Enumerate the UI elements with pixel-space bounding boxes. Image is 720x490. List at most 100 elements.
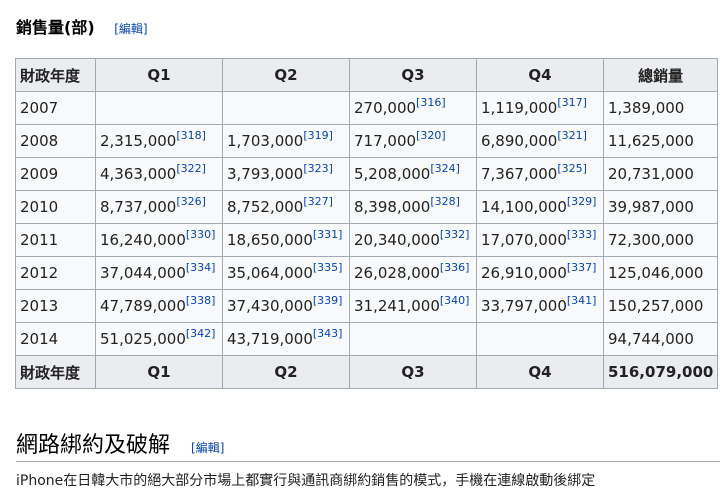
year-cell: 2011 [15,223,96,257]
sales-value: 17,070,000 [481,231,567,249]
reference-link[interactable]: [323] [303,162,333,175]
header-cell: Q2 [222,58,350,92]
quarter-cell: 18,650,000[331] [222,223,350,257]
total-cell: 150,257,000 [602,289,719,323]
header-cell: 財政年度 [15,58,96,92]
sales-value: 8,398,000 [354,198,431,216]
reference-link[interactable]: [320] [416,129,446,142]
sales-value: 51,025,000 [100,330,186,348]
year-cell: 2013 [15,289,96,323]
edit-link: [編輯] [191,441,225,455]
reference-link[interactable]: [333] [567,228,597,241]
year-cell: 2009 [15,157,96,191]
year-cell: 2007 [15,91,96,125]
sales-value: 6,890,000 [481,132,558,150]
sales-value: 18,650,000 [227,231,313,249]
section-heading-sales: 銷售量(部) [編輯] [16,14,148,38]
quarter-cell: 16,240,000[330] [95,223,223,257]
total-cell: 11,625,000 [602,124,719,158]
reference-link[interactable]: [334] [186,261,216,274]
sales-value: 4,363,000 [100,165,177,183]
year-cell: 2012 [15,256,96,290]
total-cell: 39,987,000 [602,190,719,224]
footer-cell: 財政年度 [15,355,96,389]
quarter-cell: 717,000[320] [349,124,477,158]
reference-link[interactable]: [337] [567,261,597,274]
quarter-cell: 51,025,000[342] [95,322,223,356]
quarter-cell: 37,430,000[339] [222,289,350,323]
total-cell: 72,300,000 [602,223,719,257]
reference-link[interactable]: [338] [186,294,216,307]
year-cell: 2014 [15,322,96,356]
reference-link[interactable]: [343] [313,327,343,340]
reference-link[interactable]: [319] [303,129,333,142]
quarter-cell: 31,241,000[340] [349,289,477,323]
sales-value: 270,000 [354,99,417,117]
total-cell: 125,046,000 [602,256,719,290]
edit-link-text[interactable]: 編輯 [119,22,143,36]
header-cell: Q1 [95,58,223,92]
sales-value: 20,340,000 [354,231,440,249]
edit-link: [編輯] [114,22,148,36]
quarter-cell: 35,064,000[335] [222,256,350,290]
reference-link[interactable]: [322] [176,162,206,175]
year-cell: 2010 [15,190,96,224]
year-cell: 2008 [15,124,96,158]
reference-link[interactable]: [342] [186,327,216,340]
sales-value: 16,240,000 [100,231,186,249]
reference-link[interactable]: [325] [557,162,587,175]
sales-value: 717,000 [354,132,417,150]
total-cell: 94,744,000 [602,322,719,356]
sales-value: 14,100,000 [481,198,567,216]
table-header-row: 財政年度 Q1 Q2 Q3 Q4 總銷量 [15,58,719,92]
sales-value: 43,719,000 [227,330,313,348]
quarter-cell: 26,028,000[336] [349,256,477,290]
quarter-cell: 43,719,000[343] [222,322,350,356]
sales-value: 1,119,000 [481,99,558,117]
sales-value: 3,793,000 [227,165,304,183]
quarter-cell: 37,044,000[334] [95,256,223,290]
quarter-cell: 3,793,000[323] [222,157,350,191]
quarter-cell: 14,100,000[329] [476,190,604,224]
reference-link[interactable]: [330] [186,228,216,241]
quarter-cell [349,322,477,356]
reference-link[interactable]: [341] [567,294,597,307]
reference-link[interactable]: [335] [313,261,343,274]
reference-link[interactable]: [331] [313,228,343,241]
footer-total-cell: 516,079,000 [602,355,719,389]
footer-cell: Q3 [349,355,477,389]
reference-link[interactable]: [327] [303,195,333,208]
quarter-cell [95,91,223,125]
sales-value: 37,044,000 [100,264,186,282]
reference-link[interactable]: [332] [440,228,470,241]
total-cell: 20,731,000 [602,157,719,191]
reference-link[interactable]: [339] [313,294,343,307]
quarter-cell: 4,363,000[322] [95,157,223,191]
section-heading-network: 網路綁約及破解 [編輯] [16,427,720,462]
table-row: 2013 47,789,000[338] 37,430,000[339] 31,241… [15,289,719,323]
footer-cell: Q1 [95,355,223,389]
reference-link[interactable]: [316] [416,96,446,109]
reference-link[interactable]: [336] [440,261,470,274]
sales-value: 35,064,000 [227,264,313,282]
sales-value: 8,752,000 [227,198,304,216]
edit-link-text[interactable]: 編輯 [196,441,220,455]
quarter-cell: 8,737,000[326] [95,190,223,224]
reference-link[interactable]: [329] [567,195,597,208]
reference-link[interactable]: [317] [557,96,587,109]
quarter-cell: 2,315,000[318] [95,124,223,158]
reference-link[interactable]: [321] [557,129,587,142]
reference-link[interactable]: [326] [176,195,206,208]
sales-table: 財政年度 Q1 Q2 Q3 Q4 總銷量 2007 270,000[316] 1,1… [15,58,719,389]
reference-link[interactable]: [340] [440,294,470,307]
sales-value: 1,703,000 [227,132,304,150]
sales-value: 7,367,000 [481,165,558,183]
table-row: 2009 4,363,000[322] 3,793,000[323] 5,208,00… [15,157,719,191]
table-row: 2007 270,000[316] 1,119,000[317] 1,389,000 [15,91,719,125]
reference-link[interactable]: [324] [430,162,460,175]
table-row: 2010 8,737,000[326] 8,752,000[327] 8,398,00… [15,190,719,224]
reference-link[interactable]: [318] [176,129,206,142]
reference-link[interactable]: [328] [430,195,460,208]
sales-value: 47,789,000 [100,297,186,315]
header-cell: Q4 [476,58,604,92]
